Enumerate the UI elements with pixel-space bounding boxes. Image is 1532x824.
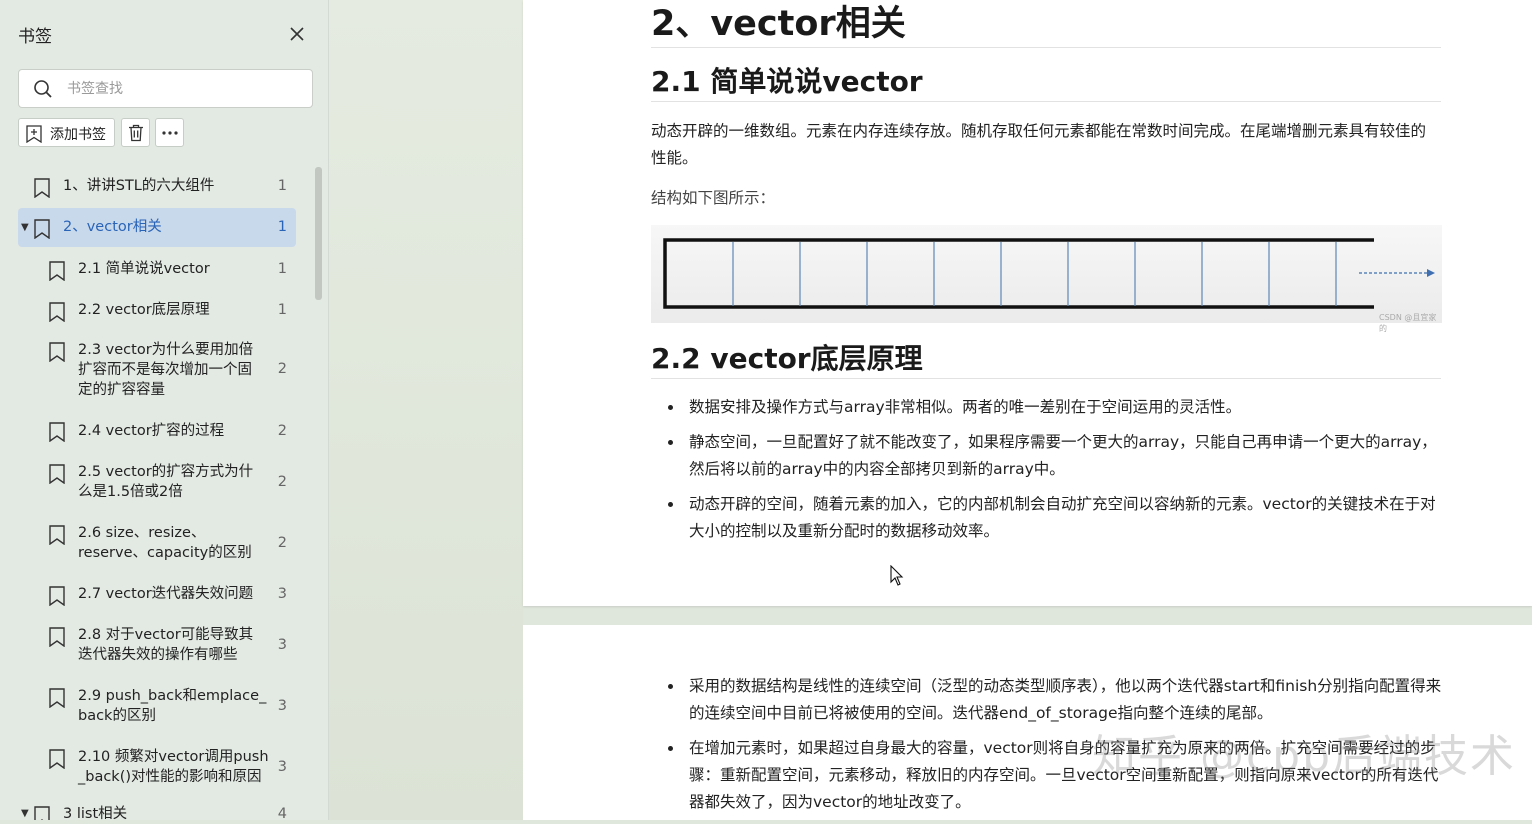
bookmark-page: 2 bbox=[277, 423, 287, 439]
bookmark-page: 2 bbox=[277, 535, 287, 551]
canvas-gutter bbox=[329, 0, 523, 820]
add-bookmark-icon bbox=[26, 125, 42, 143]
bookmark-icon bbox=[49, 422, 65, 442]
search-icon bbox=[34, 80, 52, 98]
bookmark-page: 3 bbox=[277, 586, 287, 602]
bookmark-icon bbox=[34, 178, 50, 198]
more-icon bbox=[162, 131, 178, 135]
collapse-arrow-icon[interactable]: ▼ bbox=[21, 222, 29, 233]
vector-cell-dividers bbox=[732, 242, 1337, 306]
vector-outline bbox=[663, 238, 1374, 309]
collapse-arrow-icon[interactable]: ▼ bbox=[21, 808, 29, 819]
bookmark-item[interactable]: 1、讲讲STL的六大组件 1 bbox=[18, 166, 296, 206]
bookmark-sidebar: 书签 添加书签 1、讲讲STL的六大组件 1 ▼ 2、vector相关 1 2.… bbox=[0, 0, 329, 820]
bookmark-icon bbox=[49, 749, 65, 769]
bookmark-icon bbox=[34, 219, 50, 239]
close-icon[interactable] bbox=[287, 24, 307, 44]
bookmark-label: 2.6 size、resize、reserve、capacity的区别 bbox=[78, 525, 252, 561]
bookmark-item[interactable]: 2.9 push_back和emplace_back的区别 3 bbox=[18, 678, 296, 736]
vector-structure-diagram: CSDN @且宜家的 bbox=[651, 225, 1442, 333]
bookmark-label: 1、讲讲STL的六大组件 bbox=[63, 178, 215, 194]
bookmark-page: 1 bbox=[277, 261, 287, 277]
heading-2-2: 2.2 vector底层原理 bbox=[651, 342, 923, 375]
heading-vector: 2、vector相关 bbox=[651, 4, 906, 44]
bookmark-list: 1、讲讲STL的六大组件 1 ▼ 2、vector相关 1 2.1 简单说说ve… bbox=[18, 166, 296, 820]
bookmark-item[interactable]: 2.10 频繁对vector调用push_back()对性能的影响和原因 3 bbox=[18, 739, 296, 797]
bookmark-label: 2.8 对于vector可能导致其迭代器失效的操作有哪些 bbox=[78, 627, 254, 663]
add-bookmark-button[interactable]: 添加书签 bbox=[18, 118, 115, 147]
bookmark-page: 3 bbox=[277, 698, 287, 714]
bookmark-item[interactable]: 2.4 vector扩容的过程 2 bbox=[18, 412, 296, 452]
bookmark-icon bbox=[49, 302, 65, 322]
list-item: 采用的数据结构是线性的连续空间（泛型的动态类型顺序表），他以两个迭代器start… bbox=[651, 673, 1443, 727]
bookmark-item-selected[interactable]: ▼ 2、vector相关 1 bbox=[18, 208, 296, 247]
bookmark-page: 4 bbox=[277, 806, 287, 820]
bookmark-icon bbox=[49, 586, 65, 606]
bookmark-item[interactable]: 2.1 简单说说vector 1 bbox=[18, 249, 296, 289]
document-page-1: 2、vector相关 2.1 简单说说vector 动态开辟的一维数组。元素在内… bbox=[523, 0, 1532, 606]
bullet-list-2-2: 数据安排及操作方式与array非常相似。两者的唯一差别在于空间运用的灵活性。 静… bbox=[651, 394, 1443, 553]
structure-caption: 结构如下图所示： bbox=[651, 189, 776, 207]
bookmark-label: 3 list相关 bbox=[63, 806, 128, 820]
bookmark-page: 2 bbox=[277, 361, 287, 377]
heading-rule bbox=[651, 47, 1441, 48]
bookmark-item[interactable]: 2.5 vector的扩容方式为什么是1.5倍或2倍 2 bbox=[18, 454, 296, 512]
bookmark-item[interactable]: 2.7 vector迭代器失效问题 3 bbox=[18, 576, 296, 616]
watermark: 知乎 @cpp后端技术 bbox=[1092, 731, 1517, 782]
bookmark-page: 1 bbox=[277, 178, 287, 194]
bookmark-page: 1 bbox=[277, 219, 287, 235]
bookmark-label: 2、vector相关 bbox=[63, 219, 162, 235]
list-item: 静态空间，一旦配置好了就不能改变了，如果程序需要一个更大的array，只能自己再… bbox=[651, 429, 1443, 483]
bookmark-icon bbox=[49, 525, 65, 545]
bookmark-label: 2.9 push_back和emplace_back的区别 bbox=[78, 688, 267, 724]
bookmark-label: 2.1 简单说说vector bbox=[78, 261, 210, 277]
bookmark-icon bbox=[49, 342, 65, 362]
bookmark-icon bbox=[49, 464, 65, 484]
delete-bookmark-button[interactable] bbox=[121, 118, 150, 147]
bookmark-item[interactable]: 2.6 size、resize、reserve、capacity的区别 2 bbox=[18, 515, 296, 573]
bookmark-icon bbox=[49, 627, 65, 647]
more-options-button[interactable] bbox=[155, 118, 184, 147]
bookmark-item[interactable]: 2.2 vector底层原理 1 bbox=[18, 290, 296, 330]
bookmark-icon bbox=[49, 688, 65, 708]
bookmark-page: 3 bbox=[277, 637, 287, 653]
heading-rule bbox=[651, 378, 1441, 379]
trash-icon bbox=[129, 124, 143, 142]
bookmark-item[interactable]: ▼ 3 list相关 4 bbox=[18, 802, 296, 820]
bookmark-search-box[interactable] bbox=[18, 69, 313, 108]
bookmark-icon bbox=[49, 261, 65, 281]
bookmark-label: 2.2 vector底层原理 bbox=[78, 302, 210, 318]
growth-arrow-head bbox=[1427, 269, 1435, 277]
bookmark-page: 2 bbox=[277, 474, 287, 490]
sidebar-scrollbar[interactable] bbox=[315, 167, 322, 300]
diagram-credit: CSDN @且宜家的 bbox=[1379, 313, 1437, 333]
bookmark-label: 2.3 vector为什么要用加倍扩容而不是每次增加一个固定的扩容容量 bbox=[78, 342, 254, 398]
bookmark-label: 2.5 vector的扩容方式为什么是1.5倍或2倍 bbox=[78, 464, 254, 500]
paragraph-2-1: 动态开辟的一维数组。元素在内存连续存放。随机存取任何元素都能在常数时间完成。在尾… bbox=[651, 122, 1427, 167]
heading-rule bbox=[651, 101, 1441, 102]
list-item: 数据安排及操作方式与array非常相似。两者的唯一差别在于空间运用的灵活性。 bbox=[651, 394, 1443, 421]
vector-diagram-svg bbox=[663, 238, 1435, 309]
mouse-cursor-icon bbox=[890, 565, 904, 586]
bookmark-item[interactable]: 2.3 vector为什么要用加倍扩容而不是每次增加一个固定的扩容容量 2 bbox=[18, 332, 296, 410]
bookmark-label: 2.7 vector迭代器失效问题 bbox=[78, 586, 254, 602]
bookmark-label: 2.4 vector扩容的过程 bbox=[78, 423, 225, 439]
bookmark-label: 2.10 频繁对vector调用push_back()对性能的影响和原因 bbox=[78, 749, 269, 785]
list-item: 动态开辟的空间，随着元素的加入，它的内部机制会自动扩充空间以容纳新的元素。vec… bbox=[651, 491, 1443, 545]
heading-2-1: 2.1 简单说说vector bbox=[651, 65, 923, 98]
bookmark-search-input[interactable] bbox=[65, 78, 299, 100]
bookmark-page: 1 bbox=[277, 302, 287, 318]
bookmark-page: 3 bbox=[277, 759, 287, 775]
add-bookmark-label: 添加书签 bbox=[50, 127, 106, 143]
bookmark-icon bbox=[34, 806, 50, 820]
bookmark-item[interactable]: 2.8 对于vector可能导致其迭代器失效的操作有哪些 3 bbox=[18, 617, 296, 675]
sidebar-title: 书签 bbox=[18, 27, 52, 47]
